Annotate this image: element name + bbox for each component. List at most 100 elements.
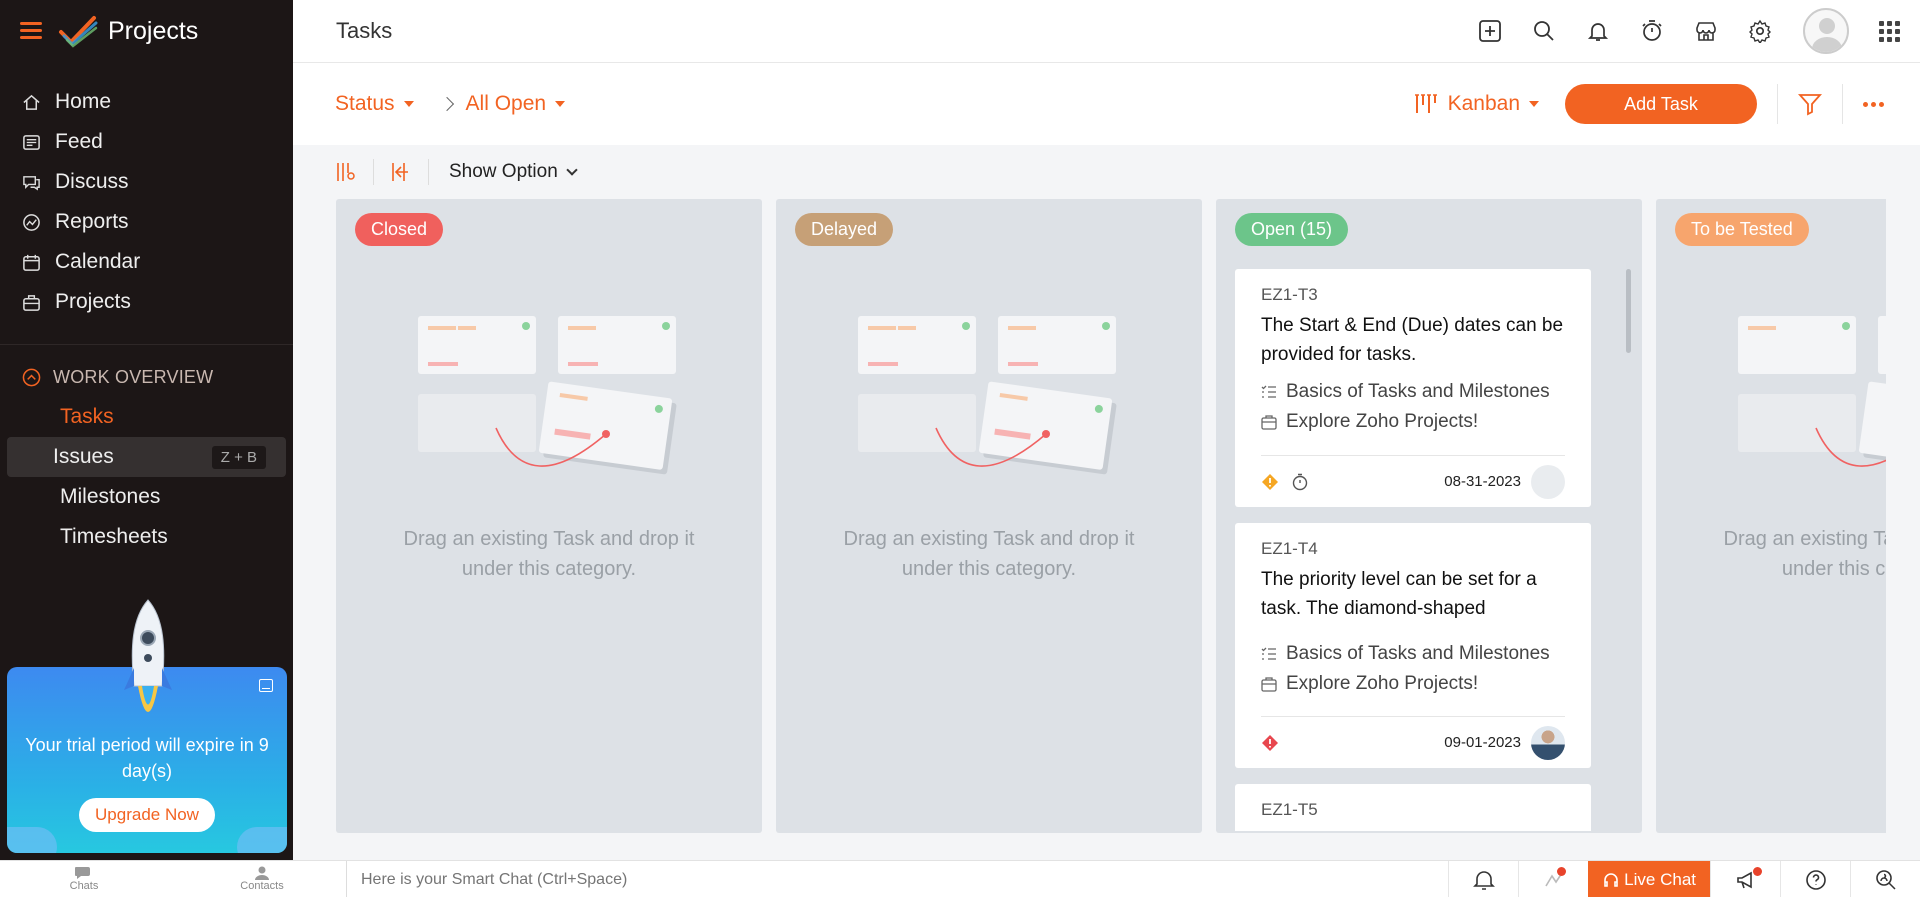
view-label: Kanban — [1447, 92, 1520, 115]
chats-tab[interactable]: Chats — [0, 866, 168, 892]
task-id: EZ1-T5 — [1261, 800, 1318, 819]
task-project: Explore Zoho Projects! — [1261, 411, 1565, 433]
help-icon[interactable] — [1780, 861, 1850, 897]
column-badge: Open (15) — [1235, 213, 1349, 246]
nav-item-home[interactable]: Home — [0, 82, 293, 122]
task-id: EZ1-T4 — [1261, 539, 1318, 558]
options-bar: Show Option — [293, 145, 1920, 199]
task-id: EZ1-T3 — [1261, 285, 1318, 304]
due-date: 09-01-2023 — [1444, 734, 1521, 751]
all-open-dropdown[interactable]: All Open — [466, 92, 566, 116]
card-list: EZ1-T3 The Start & End (Due) dates can b… — [1235, 269, 1631, 831]
nav-label: Home — [55, 90, 112, 113]
collapse-left-icon[interactable] — [390, 161, 412, 183]
task-title[interactable]: The priority level can be set for a task… — [1261, 565, 1565, 623]
view-tools: Kanban Add Task — [1414, 84, 1884, 124]
nav-item-calendar[interactable]: Calendar — [0, 242, 293, 282]
notification-dot — [1557, 867, 1567, 876]
column-badge: Closed — [355, 213, 444, 246]
page-title: Tasks — [336, 18, 393, 43]
sidebar-item-issues[interactable]: Issues Z + B — [7, 437, 286, 477]
card-footer: 09-01-2023 — [1261, 716, 1565, 768]
search-icon[interactable] — [1531, 18, 1557, 44]
priority-diamond-icon[interactable] — [1261, 734, 1279, 752]
cloud-decoration — [7, 827, 57, 853]
empty-state-illustration — [418, 316, 677, 475]
sidebar-item-label: Tasks — [60, 405, 114, 428]
add-icon[interactable] — [1477, 18, 1503, 44]
nav-label: Discuss — [55, 170, 129, 193]
live-chat-button[interactable]: Live Chat — [1588, 861, 1710, 897]
column-delayed[interactable]: Delayed Drag an existing Task and drop i… — [776, 199, 1202, 833]
contacts-icon — [255, 866, 269, 880]
app-title: Projects — [108, 16, 199, 45]
smart-chat-input[interactable] — [346, 861, 1451, 897]
filter-icon[interactable] — [1798, 92, 1822, 116]
timer-icon[interactable] — [1291, 473, 1309, 491]
task-card[interactable]: EZ1-T5 — [1235, 784, 1591, 831]
store-icon[interactable] — [1693, 18, 1719, 44]
owner-avatar[interactable] — [1531, 464, 1565, 499]
hamburger-menu-icon[interactable] — [20, 22, 42, 40]
contacts-tab[interactable]: Contacts — [178, 866, 346, 892]
add-task-button[interactable]: Add Task — [1565, 84, 1757, 124]
shortcut-badge: Z + B — [211, 445, 266, 469]
gear-icon[interactable] — [1747, 18, 1773, 44]
chevron-up-circle-icon — [22, 368, 41, 386]
tasklist-name: Basics of Tasks and Milestones — [1286, 643, 1550, 664]
task-title[interactable]: The Start & End (Due) dates can be provi… — [1261, 311, 1565, 369]
nav-item-discuss[interactable]: Discuss — [0, 162, 293, 202]
nav-item-feed[interactable]: Feed — [0, 122, 293, 162]
column-badge: To be Tested — [1675, 213, 1809, 246]
sidebar-item-timesheets[interactable]: Timesheets — [7, 517, 286, 557]
app-launcher-icon[interactable] — [1879, 20, 1900, 42]
priority-diamond-icon[interactable] — [1261, 473, 1279, 491]
scrollbar-thumb[interactable] — [1626, 269, 1631, 353]
more-options-icon[interactable] — [1863, 101, 1884, 107]
drop-hint: Drag an existing Task and drop it under … — [843, 528, 1135, 580]
chevron-down-icon — [566, 163, 578, 176]
contacts-label: Contacts — [240, 880, 284, 892]
divider — [373, 159, 374, 185]
section-title: WORK OVERVIEW — [53, 366, 214, 387]
nav-label: Calendar — [55, 250, 141, 273]
bell-tray-icon[interactable] — [1448, 861, 1518, 897]
status-label: Status — [335, 92, 395, 115]
minimize-icon[interactable] — [259, 679, 273, 692]
column-open[interactable]: Open (15) EZ1-T3 The Start & End (Due) d… — [1216, 199, 1642, 833]
column-settings-icon[interactable] — [335, 161, 357, 183]
home-icon — [22, 93, 41, 112]
feed-icon — [22, 133, 41, 152]
owner-avatar[interactable] — [1531, 725, 1565, 760]
bell-icon[interactable] — [1585, 18, 1611, 44]
nav-item-reports[interactable]: Reports — [0, 202, 293, 242]
work-overview-toggle[interactable]: WORK OVERVIEW — [0, 363, 293, 391]
bottom-actions: Live Chat — [1448, 861, 1920, 897]
kanban-view-dropdown[interactable]: Kanban — [1414, 92, 1539, 116]
status-dropdown[interactable]: Status — [335, 92, 414, 116]
upgrade-now-button[interactable]: Upgrade Now — [79, 798, 215, 832]
trial-message: Your trial period will expire in 9 day(s… — [25, 735, 269, 781]
column-closed[interactable]: Closed Drag an existing Task and drop it… — [336, 199, 762, 833]
sidebar-item-milestones[interactable]: Milestones — [7, 477, 286, 517]
chat-bubble-icon — [75, 867, 90, 879]
column-to-be-tested[interactable]: To be Tested Drag an existing Task and d… — [1656, 199, 1886, 833]
reports-icon — [22, 213, 41, 232]
filter-bar: Status All Open Kanban Add Task — [293, 63, 1920, 145]
sidebar-item-label: Timesheets — [60, 525, 168, 548]
sidebar-item-tasks[interactable]: Tasks — [7, 397, 286, 437]
timer-icon[interactable] — [1639, 18, 1665, 44]
nav-item-projects[interactable]: Projects — [0, 282, 293, 322]
kanban-board: Closed Drag an existing Task and drop it… — [336, 199, 1886, 835]
announcement-icon[interactable] — [1710, 861, 1780, 897]
task-card[interactable]: EZ1-T4 The priority level can be set for… — [1235, 523, 1591, 768]
task-card[interactable]: EZ1-T3 The Start & End (Due) dates can b… — [1235, 269, 1591, 507]
chats-label: Chats — [69, 880, 99, 892]
user-avatar[interactable] — [1803, 8, 1849, 54]
bottom-bar: Chats Contacts Live Chat — [0, 860, 1920, 897]
show-option-dropdown[interactable]: Show Option — [449, 161, 578, 183]
top-bar: Tasks — [293, 0, 1920, 63]
search-people-icon[interactable] — [1850, 861, 1920, 897]
sidebar-divider — [0, 344, 293, 345]
cliq-icon[interactable] — [1518, 861, 1588, 897]
